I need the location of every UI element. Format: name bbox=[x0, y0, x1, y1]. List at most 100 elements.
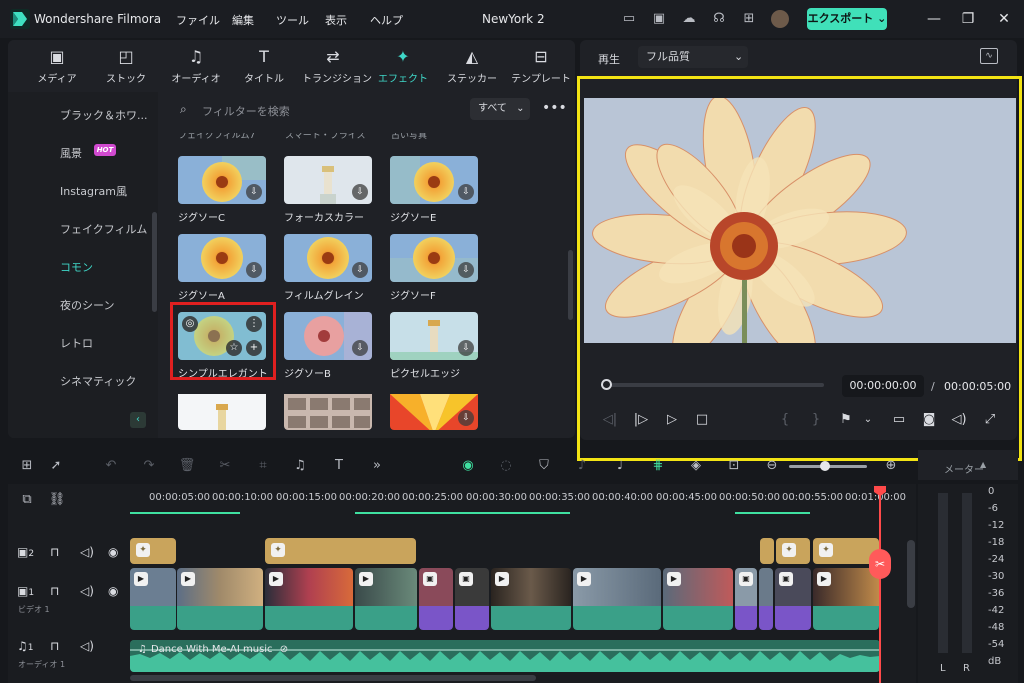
effect-thumb-pixel-edge[interactable]: ⇩ bbox=[390, 312, 478, 360]
layout-grid-icon[interactable]: ⊞ bbox=[18, 457, 36, 475]
effect-thumb-focus-color[interactable]: ⇩ bbox=[284, 156, 372, 204]
tab-audio[interactable]: ♫ オーディオ bbox=[165, 46, 227, 90]
effects-scrollbar[interactable] bbox=[568, 250, 573, 320]
effect-thumb-row4-2[interactable] bbox=[284, 390, 372, 430]
video-clip[interactable]: ▶ bbox=[491, 568, 571, 630]
music-note-icon[interactable]: ♩ bbox=[611, 457, 629, 475]
audio-adjust-icon[interactable]: ♫ bbox=[291, 457, 309, 475]
fit-icon[interactable]: ⊡ bbox=[725, 457, 743, 475]
video-clip[interactable]: ▶ bbox=[355, 568, 417, 630]
sidebar-item-night[interactable]: 夜のシーン bbox=[60, 297, 114, 313]
tab-effects[interactable]: ✦ エフェクト bbox=[372, 46, 434, 90]
delete-icon[interactable]: 🗑 bbox=[178, 457, 196, 475]
tab-media[interactable]: ▣ メディア bbox=[26, 46, 88, 90]
download-icon[interactable]: ⇩ bbox=[458, 410, 474, 426]
more-tools-icon[interactable]: » bbox=[368, 457, 386, 475]
timeline-horizontal-scrollbar[interactable] bbox=[130, 675, 536, 681]
lock-icon[interactable]: ⊓ bbox=[50, 545, 59, 559]
download-icon[interactable]: ⇩ bbox=[458, 262, 474, 278]
effect-clip[interactable] bbox=[760, 538, 774, 564]
effect-thumb-jigsaw-a[interactable]: ⇩ bbox=[178, 234, 266, 282]
lock-icon[interactable]: ⊓ bbox=[50, 584, 59, 598]
waveform-scope-icon[interactable]: ∿ bbox=[980, 48, 998, 64]
tab-title[interactable]: T タイトル bbox=[233, 46, 295, 90]
video-clip[interactable]: ▶ bbox=[813, 568, 879, 630]
video-clip[interactable] bbox=[759, 568, 773, 630]
split-screen-icon[interactable]: ⋕ bbox=[649, 457, 667, 475]
filter-search-input[interactable]: ⌕ フィルターを検索 bbox=[174, 98, 464, 120]
microphone-icon[interactable]: ♪ bbox=[573, 457, 591, 475]
effect-thumb-row4-3[interactable]: ⇩ bbox=[390, 390, 478, 430]
add-track-icon[interactable]: ⧉ bbox=[18, 491, 36, 509]
menu-file[interactable]: ファイル bbox=[176, 12, 220, 28]
speaker-icon[interactable]: ◁) bbox=[80, 584, 94, 598]
grid-apps-icon[interactable]: ⊞ bbox=[740, 10, 758, 28]
video-clip[interactable]: ▣ bbox=[735, 568, 757, 630]
monitor-icon[interactable]: ▭ bbox=[620, 10, 638, 28]
avatar[interactable] bbox=[771, 10, 789, 28]
effect-thumb-jigsaw-c[interactable]: ⇩ bbox=[178, 156, 266, 204]
download-icon[interactable]: ⇩ bbox=[246, 184, 262, 200]
ai-robot-icon[interactable]: ◉ bbox=[459, 457, 477, 475]
timeline-vertical-scrollbar[interactable] bbox=[907, 540, 915, 608]
tab-template[interactable]: ⊟ テンプレート bbox=[510, 46, 572, 90]
tab-transition[interactable]: ⇄ トランジション bbox=[302, 46, 372, 90]
download-icon[interactable]: ⇩ bbox=[458, 340, 474, 356]
video-clip[interactable]: ▶ bbox=[177, 568, 263, 630]
select-arrow-icon[interactable]: ➚ bbox=[47, 457, 65, 475]
undo-icon[interactable]: ↶ bbox=[102, 457, 120, 475]
tab-stock[interactable]: ◰ ストック bbox=[95, 46, 157, 90]
effect-thumb-film-grain[interactable]: ⇩ bbox=[284, 234, 372, 282]
sidebar-item-landscape[interactable]: 風景 HOT bbox=[60, 144, 116, 161]
sidebar-item-bw[interactable]: ブラック＆ホワ... bbox=[60, 107, 148, 123]
effect-thumb-row4-1[interactable] bbox=[178, 390, 266, 430]
zoom-out-icon[interactable]: ⊖ bbox=[763, 457, 781, 475]
effect-clip[interactable]: ✦ bbox=[776, 538, 810, 564]
menu-view[interactable]: 表示 bbox=[325, 12, 347, 28]
effect-clip[interactable]: ✦ bbox=[130, 538, 176, 564]
redo-icon[interactable]: ↷ bbox=[140, 457, 158, 475]
download-icon[interactable]: ⇩ bbox=[352, 184, 368, 200]
download-icon[interactable]: ⇩ bbox=[246, 262, 262, 278]
download-icon[interactable]: ⇩ bbox=[352, 262, 368, 278]
eye-icon[interactable]: ◉ bbox=[108, 584, 118, 598]
sidebar-item-instagram[interactable]: Instagram風 bbox=[60, 183, 127, 199]
effect-thumb-jigsaw-b[interactable]: ⇩ bbox=[284, 312, 372, 360]
more-options-icon[interactable]: ••• bbox=[542, 100, 567, 116]
download-icon[interactable]: ⇩ bbox=[458, 184, 474, 200]
download-icon[interactable]: ⇩ bbox=[352, 340, 368, 356]
export-button[interactable]: エクスポート ⌄ bbox=[807, 8, 887, 30]
minimize-icon[interactable]: — bbox=[924, 9, 944, 29]
sidebar-item-cinematic[interactable]: シネマティック bbox=[60, 373, 136, 389]
cut-scissors-icon[interactable]: ✂ bbox=[216, 457, 234, 475]
sidebar-scrollbar[interactable] bbox=[152, 212, 157, 312]
meter-header[interactable]: メーター ▲ bbox=[918, 450, 1018, 480]
menu-help[interactable]: ヘルプ bbox=[370, 12, 403, 28]
zoom-in-icon[interactable]: ⊕ bbox=[882, 457, 900, 475]
close-icon[interactable]: ✕ bbox=[994, 9, 1014, 29]
zoom-slider-knob[interactable] bbox=[820, 461, 830, 471]
effect-thumb-jigsaw-e[interactable]: ⇩ bbox=[390, 156, 478, 204]
menu-tools[interactable]: ツール bbox=[276, 12, 309, 28]
lock-icon[interactable]: ⊓ bbox=[50, 639, 59, 653]
filter-dropdown[interactable]: すべて ⌄ bbox=[470, 98, 530, 120]
video-clip[interactable]: ▶ bbox=[573, 568, 661, 630]
link-icon[interactable]: ⛓ bbox=[48, 491, 66, 509]
sidebar-item-fakefilm[interactable]: フェイクフィルム bbox=[60, 221, 147, 237]
sidebar-item-common[interactable]: コモン bbox=[60, 259, 93, 275]
video-clip[interactable]: ▶ bbox=[265, 568, 353, 630]
save-icon[interactable]: ▣ bbox=[650, 10, 668, 28]
eye-icon[interactable]: ◉ bbox=[108, 545, 118, 559]
video-clip[interactable]: ▣ bbox=[775, 568, 811, 630]
playhead[interactable] bbox=[879, 486, 881, 683]
split-at-playhead-icon[interactable]: ✂ bbox=[869, 549, 891, 579]
shield-icon[interactable]: ⛉ bbox=[535, 457, 553, 475]
sidebar-item-retro[interactable]: レトロ bbox=[60, 335, 93, 351]
cloud-upload-icon[interactable]: ☁ bbox=[680, 10, 698, 28]
effect-thumb-jigsaw-f[interactable]: ⇩ bbox=[390, 234, 478, 282]
video-clip[interactable]: ▶ bbox=[130, 568, 176, 630]
crop-icon[interactable]: ⌗ bbox=[254, 457, 272, 475]
collapse-sidebar-button[interactable]: ‹ bbox=[130, 412, 146, 428]
speed-icon[interactable]: ◌ bbox=[497, 457, 515, 475]
restore-icon[interactable]: ❐ bbox=[958, 9, 978, 29]
